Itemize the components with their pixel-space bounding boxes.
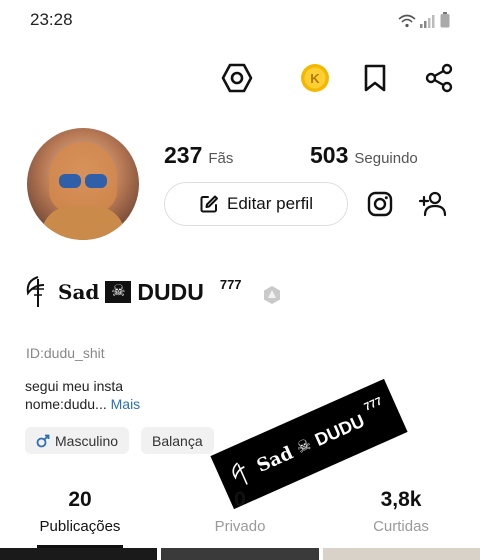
- following-label: Seguindo: [354, 150, 418, 167]
- post-thumbnail[interactable]: [322, 548, 480, 560]
- gender-tag: Masculino: [25, 427, 130, 454]
- status-time: 23:28: [30, 10, 73, 29]
- fans-stat[interactable]: 237 Fãs: [164, 142, 233, 169]
- edit-icon: [200, 195, 218, 213]
- signal-icon: [420, 15, 435, 28]
- pirate-flag-icon: ☠: [105, 281, 132, 303]
- tab-private[interactable]: 0 Privado: [180, 488, 300, 535]
- share-button[interactable]: [417, 56, 461, 100]
- profile-tabs: 20 Publicações 0 Privado 3,8k Curtidas: [0, 488, 480, 548]
- tab-likes-label: Curtidas: [373, 518, 429, 535]
- user-id: ID:dudu_shit: [26, 345, 105, 361]
- bio: segui meu insta nome:dudu... Mais: [25, 377, 140, 413]
- top-actions: K: [0, 56, 480, 100]
- verified-badge-icon: [263, 286, 280, 304]
- post-thumbnail[interactable]: [161, 548, 319, 560]
- share-icon: [425, 63, 453, 93]
- following-stat[interactable]: 503 Seguindo: [310, 142, 418, 169]
- battery-icon: [440, 12, 450, 28]
- bookmark-button[interactable]: [353, 56, 397, 100]
- bio-line-1: segui meu insta: [25, 378, 124, 394]
- tab-publications[interactable]: 20 Publicações: [20, 488, 140, 535]
- sticker-main: DUDU: [311, 410, 368, 450]
- zodiac-tag: Balança: [141, 427, 214, 454]
- bio-line-2: nome:dudu...: [25, 396, 107, 412]
- sticker-prefix: Sad: [253, 442, 297, 477]
- sticker-superscript: 777: [362, 395, 385, 414]
- avatar-shirt: [41, 206, 125, 240]
- posts-grid: [0, 548, 480, 560]
- add-friend-icon: [418, 191, 447, 217]
- coin-button[interactable]: K: [293, 56, 337, 100]
- instagram-button[interactable]: [358, 182, 402, 226]
- display-name: Sad ☠ DUDU 777: [24, 272, 282, 312]
- name-superscript: 777: [219, 276, 242, 292]
- wifi-icon: [398, 14, 416, 28]
- scythe-icon: [26, 276, 45, 307]
- bio-more-link[interactable]: Mais: [111, 396, 141, 412]
- gender-tag-label: Masculino: [55, 432, 119, 449]
- post-thumbnail[interactable]: [0, 548, 158, 560]
- name-prefix: Sad: [58, 280, 100, 304]
- fans-count: 237: [164, 142, 203, 168]
- settings-icon: [221, 63, 253, 93]
- tab-publications-count: 20: [68, 488, 92, 511]
- tab-private-label: Privado: [214, 518, 266, 535]
- name-main: DUDU: [137, 278, 204, 305]
- edit-profile-button[interactable]: Editar perfil: [164, 182, 348, 226]
- tab-likes-count: 3,8k: [380, 488, 422, 511]
- avatar-glasses: [59, 174, 107, 188]
- sticker-pirate-icon: ☠: [294, 436, 315, 458]
- bio-line-2-row: nome:dudu... Mais: [25, 395, 140, 413]
- fans-label: Fãs: [208, 150, 234, 167]
- status-bar: 23:28: [0, 0, 480, 40]
- zodiac-tag-label: Balança: [152, 432, 203, 449]
- avatar[interactable]: [27, 128, 139, 240]
- tab-private-count: 0: [234, 488, 246, 511]
- svg-text:K: K: [310, 71, 320, 86]
- male-icon: [36, 434, 50, 447]
- following-count: 503: [310, 142, 349, 168]
- tab-publications-label: Publicações: [39, 518, 121, 535]
- profile-tags: Masculino Balança: [25, 427, 214, 454]
- settings-button[interactable]: [215, 56, 259, 100]
- add-friend-button[interactable]: [411, 182, 455, 226]
- status-icons: [398, 12, 450, 28]
- tab-likes[interactable]: 3,8k Curtidas: [341, 488, 461, 535]
- bookmark-icon: [364, 64, 386, 92]
- coin-icon: K: [301, 64, 329, 92]
- profile-stats: 237 Fãs 503 Seguindo: [164, 142, 464, 172]
- sticker-scythe-icon: [232, 462, 248, 485]
- edit-profile-label: Editar perfil: [227, 194, 313, 213]
- instagram-icon: [367, 191, 393, 217]
